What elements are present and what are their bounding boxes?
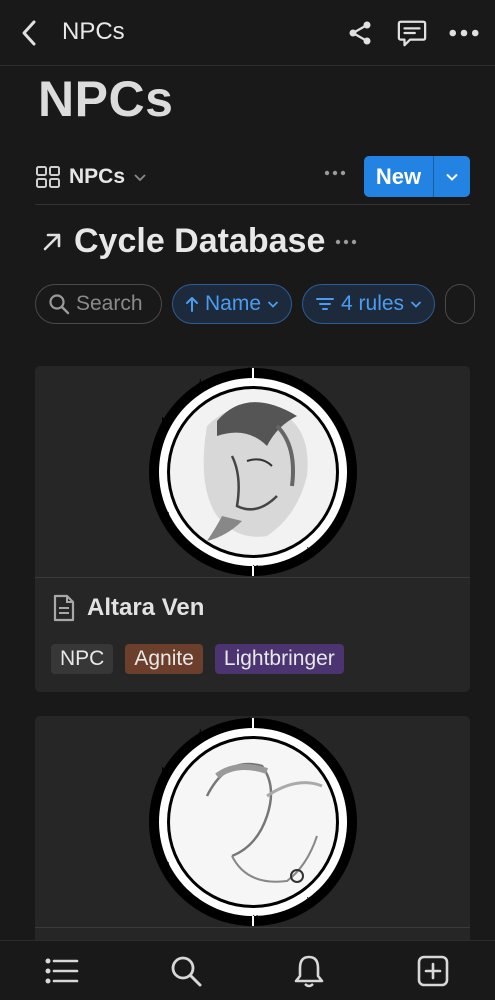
arrow-up-icon	[186, 297, 198, 312]
top-bar: NPCs	[0, 0, 495, 66]
new-page-icon	[417, 955, 449, 986]
svg-text:ᛉ: ᛉ	[297, 728, 304, 741]
portrait-medallion-image: ᚱᛉᚠ ᚢᛟᚷ ᛗᚨᛁ ᛃᛞᚾ	[148, 366, 357, 577]
svg-text:ᚠ: ᚠ	[332, 761, 339, 774]
svg-text:ᛁ: ᛁ	[165, 511, 172, 524]
notifications-tab[interactable]	[289, 951, 329, 991]
card-cover: ᚱᛉᚠ ᚢᛟᚷ ᛗᚨᛁ ᛃᛞᚾ	[35, 366, 470, 578]
filter-bar: Search Name 4 rules	[35, 284, 495, 324]
chevron-down-icon	[446, 173, 458, 181]
svg-text:ᛞ: ᛞ	[161, 416, 169, 429]
filter-icon	[316, 298, 335, 310]
svg-text:ᛞ: ᛞ	[161, 766, 169, 779]
svg-text:ᛁ: ᛁ	[165, 861, 172, 874]
gallery-icon	[36, 166, 60, 188]
topbar-title: NPCs	[62, 18, 125, 45]
more-filters-pill[interactable]	[445, 284, 476, 324]
search-tab[interactable]	[166, 951, 206, 991]
new-options-button[interactable]	[434, 156, 470, 197]
bell-icon	[295, 955, 324, 987]
svg-text:ᛟ: ᛟ	[339, 506, 346, 519]
share-icon	[349, 21, 371, 45]
arrow-up-right-icon	[43, 233, 61, 250]
new-page-tab[interactable]	[413, 951, 453, 991]
svg-text:ᚨ: ᚨ	[199, 551, 206, 564]
view-more-button[interactable]	[324, 164, 346, 182]
tag-npc: NPC	[51, 644, 114, 674]
svg-text:ᚾ: ᚾ	[197, 378, 204, 391]
svg-text:ᛉ: ᛉ	[297, 378, 304, 391]
chevron-down-icon	[134, 174, 146, 182]
divider	[35, 204, 470, 205]
card-tags: NPC Agnite Lightbringer	[51, 644, 454, 674]
search-pill[interactable]: Search	[35, 284, 162, 324]
search-label: Search	[76, 292, 143, 315]
svg-text:ᛃ: ᛃ	[151, 464, 158, 477]
tag-lightbringer: Lightbringer	[214, 644, 344, 674]
card-title-row: Altara Ven	[51, 594, 454, 622]
new-button[interactable]: New	[364, 156, 434, 197]
more-horizontal-icon	[449, 29, 479, 37]
back-button[interactable]	[14, 18, 44, 48]
svg-text:ᚢ: ᚢ	[347, 456, 354, 469]
chevron-down-icon	[267, 301, 279, 308]
portrait-medallion-image: ᚱᛉᚠ ᚢᛟᚷ ᛗᚨᛁ ᛃᛞᚾ	[148, 716, 357, 927]
svg-text:ᚨ: ᚨ	[199, 901, 206, 914]
more-horizontal-icon	[324, 170, 346, 176]
tag-agnite: Agnite	[125, 644, 203, 674]
search-icon	[49, 294, 70, 315]
more-button[interactable]	[449, 18, 479, 48]
share-button[interactable]	[345, 18, 375, 48]
comments-button[interactable]	[397, 18, 427, 48]
page-icon	[53, 594, 75, 622]
list-icon	[45, 958, 79, 983]
svg-text:ᚠ: ᚠ	[332, 411, 339, 424]
svg-text:ᛟ: ᛟ	[339, 856, 346, 869]
database-title[interactable]: Cycle Database	[74, 222, 325, 261]
svg-text:ᛃ: ᛃ	[151, 814, 158, 827]
view-switcher[interactable]: NPCs	[35, 165, 147, 189]
sort-pill[interactable]: Name	[172, 284, 293, 324]
card-name: Altara Ven	[87, 594, 205, 621]
home-tab[interactable]	[42, 951, 82, 991]
card-body: Altara Ven NPC Agnite Lightbringer	[35, 578, 470, 674]
rules-pill[interactable]: 4 rules	[302, 284, 436, 324]
gallery-card[interactable]: ᚱᛉᚠ ᚢᛟᚷ ᛗᚨᛁ ᛃᛞᚾ	[35, 716, 470, 956]
page-title: NPCs	[38, 71, 174, 127]
chevron-down-icon	[410, 301, 422, 308]
sort-label: Name	[205, 292, 262, 315]
svg-text:ᚾ: ᚾ	[197, 728, 204, 741]
database-title-row: Cycle Database	[40, 222, 357, 261]
comment-icon	[397, 20, 427, 47]
card-cover: ᚱᛉᚠ ᚢᛟᚷ ᛗᚨᛁ ᛃᛞᚾ	[35, 716, 470, 928]
rules-label: 4 rules	[341, 292, 405, 315]
bottom-nav	[0, 940, 495, 1000]
view-row: NPCs New	[35, 156, 470, 198]
gallery-card[interactable]: ᚱᛉᚠ ᚢᛟᚷ ᛗᚨᛁ ᛃᛞᚾ Altara Ven NPC Agnite Li…	[35, 366, 470, 692]
search-icon	[171, 956, 202, 986]
svg-text:ᚢ: ᚢ	[347, 806, 354, 819]
view-label: NPCs	[69, 165, 126, 188]
chevron-left-icon	[22, 20, 36, 46]
more-horizontal-icon[interactable]	[335, 238, 357, 246]
new-button-group: New	[364, 156, 470, 197]
svg-text:ᚷ: ᚷ	[306, 546, 314, 559]
svg-text:ᚷ: ᚷ	[306, 896, 314, 909]
